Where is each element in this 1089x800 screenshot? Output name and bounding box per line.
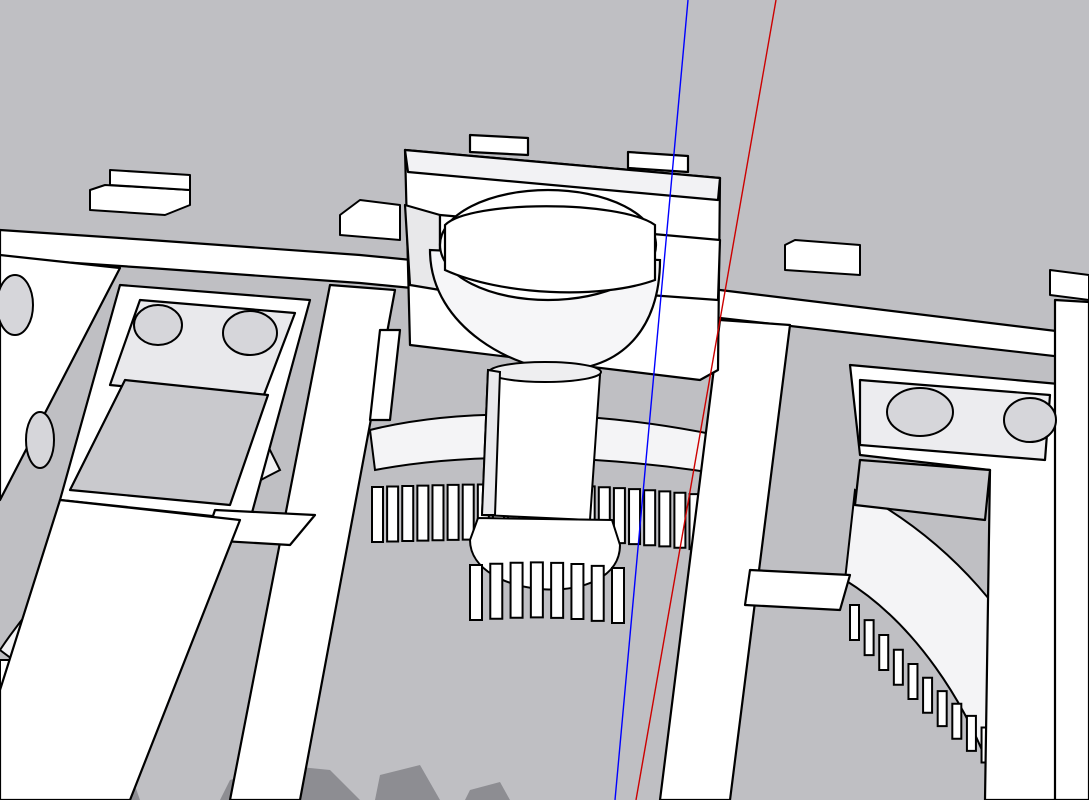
3d-viewport[interactable] [0, 0, 1089, 800]
model-scene[interactable] [0, 0, 1089, 800]
shaft[interactable] [480, 361, 602, 522]
